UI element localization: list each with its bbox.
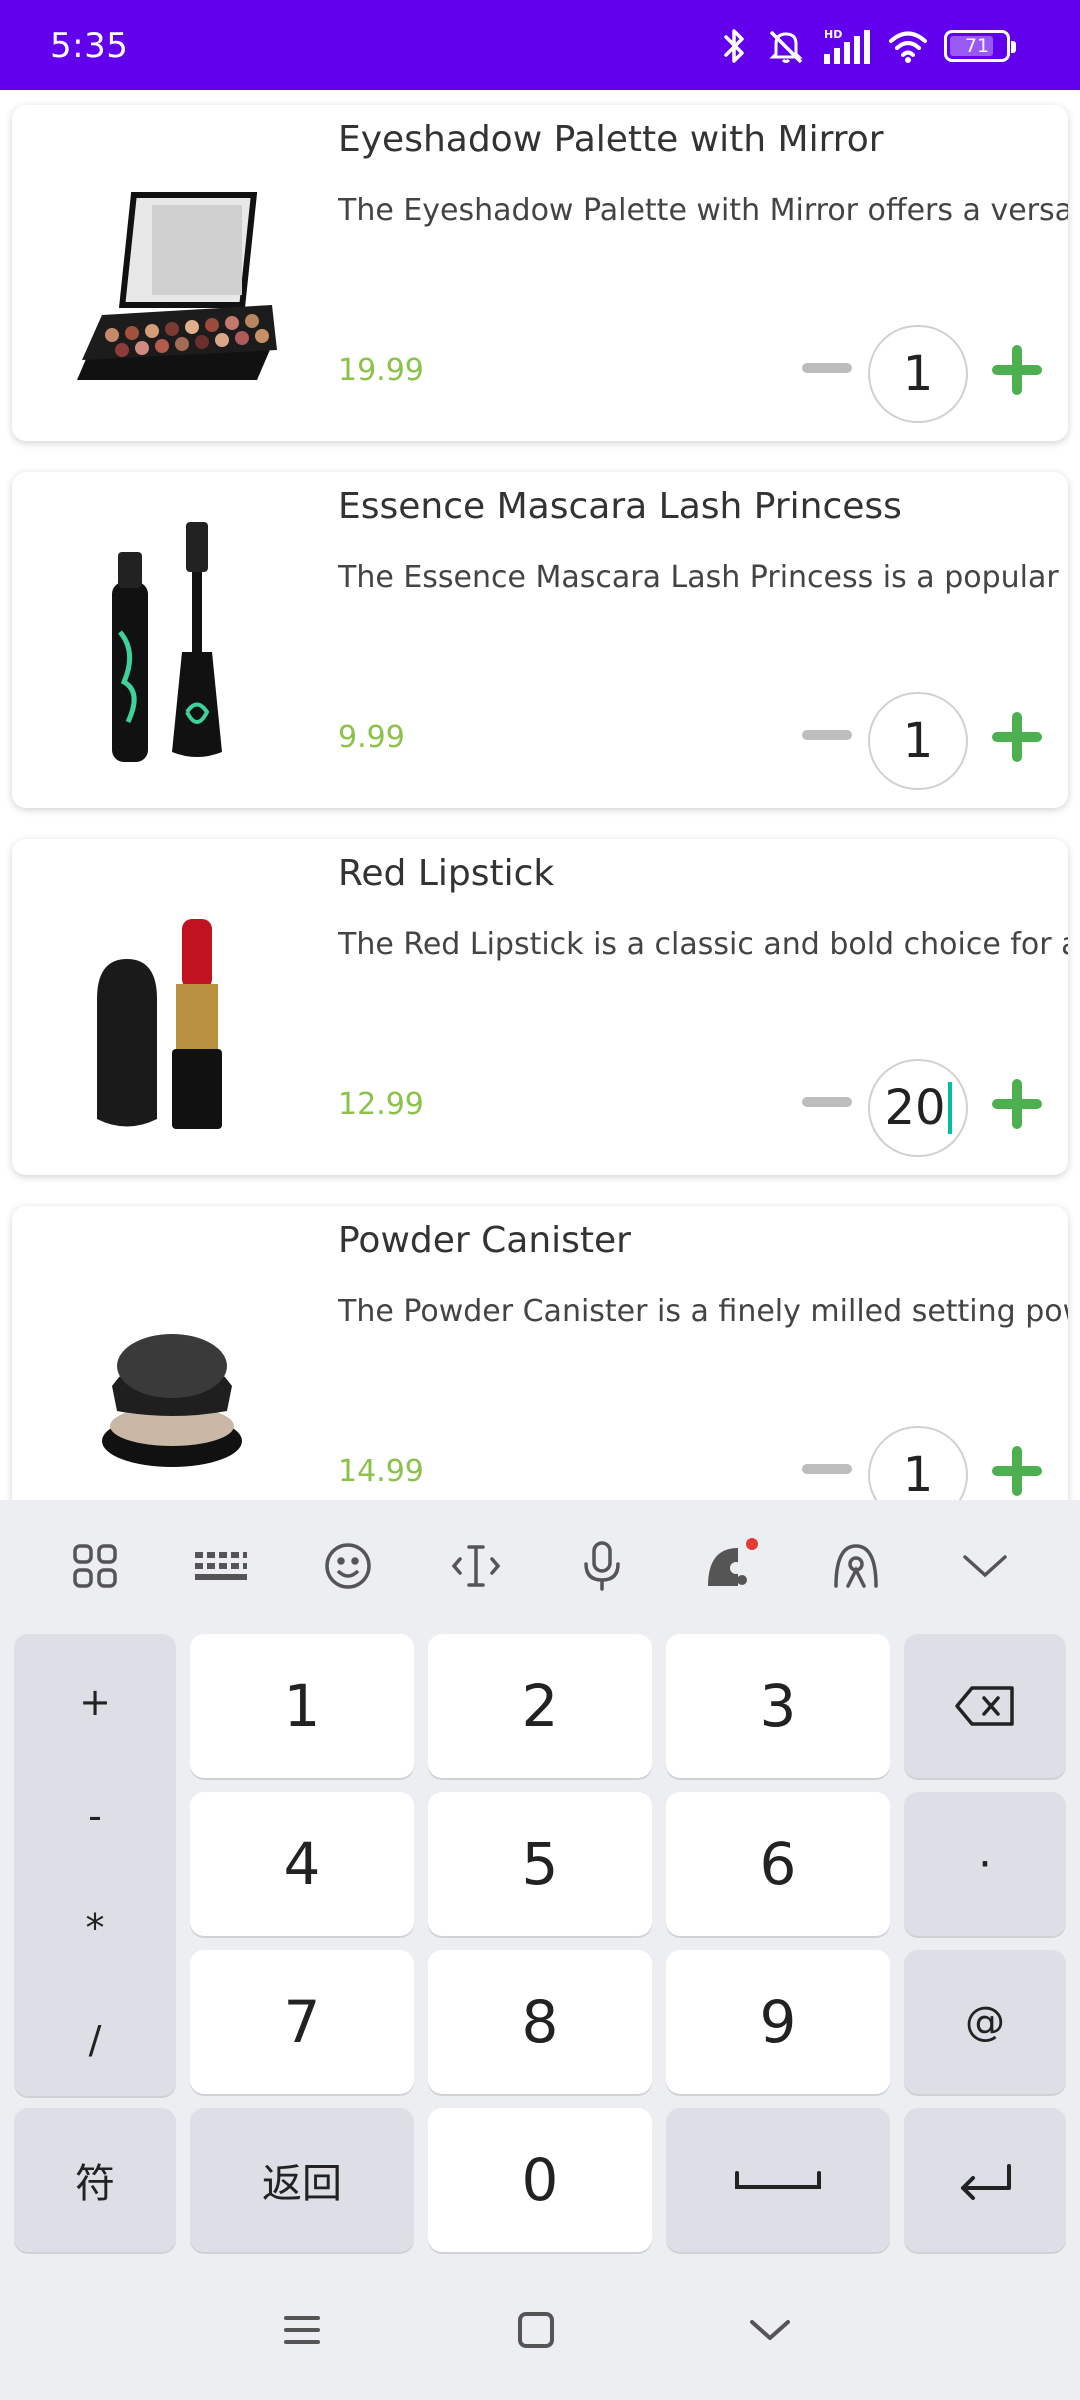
status-icons: HD 71 bbox=[720, 24, 1016, 68]
increase-quantity-button[interactable] bbox=[992, 1079, 1042, 1129]
decrease-quantity-button[interactable] bbox=[802, 1464, 852, 1474]
product-price: 9.99 bbox=[338, 720, 405, 755]
product-description: The Eyeshadow Palette with Mirror offers… bbox=[338, 193, 1068, 228]
back-key[interactable]: 返回 bbox=[190, 2108, 414, 2252]
hd-signal-icon: HD bbox=[822, 26, 872, 66]
quantity-input[interactable]: 20 bbox=[868, 1059, 968, 1157]
navigation-bar bbox=[0, 2260, 1080, 2400]
emoji-icon[interactable] bbox=[318, 1536, 378, 1596]
asterisk-key[interactable]: * bbox=[14, 1906, 176, 1950]
product-title: Essence Mascara Lash Princess bbox=[338, 486, 902, 527]
text-cursor bbox=[947, 1082, 952, 1134]
mascara-image bbox=[42, 512, 302, 772]
status-time: 5:35 bbox=[50, 26, 129, 66]
mute-icon bbox=[766, 26, 806, 66]
key-2[interactable]: 2 bbox=[428, 1634, 652, 1778]
theme-icon[interactable] bbox=[700, 1536, 760, 1596]
keyboard-icon[interactable] bbox=[191, 1536, 251, 1596]
bluetooth-icon bbox=[720, 26, 750, 66]
increase-quantity-button[interactable] bbox=[992, 1446, 1042, 1496]
quantity-input[interactable]: 1 bbox=[868, 692, 968, 790]
dot-key[interactable]: · bbox=[904, 1792, 1066, 1936]
key-9[interactable]: 9 bbox=[666, 1950, 890, 2094]
product-description: The Essence Mascara Lash Princess is a p… bbox=[338, 560, 1068, 595]
keyboard-toolbar bbox=[0, 1500, 1080, 1630]
increase-quantity-button[interactable] bbox=[992, 712, 1042, 762]
product-price: 12.99 bbox=[338, 1087, 424, 1122]
product-title: Red Lipstick bbox=[338, 853, 555, 894]
quantity-input[interactable]: 1 bbox=[868, 325, 968, 423]
product-description: The Red Lipstick is a classic and bold c… bbox=[338, 927, 1068, 962]
key-4[interactable]: 4 bbox=[190, 1792, 414, 1936]
product-card[interactable]: Essence Mascara Lash Princess The Essenc… bbox=[12, 472, 1068, 808]
decrease-quantity-button[interactable] bbox=[802, 730, 852, 740]
enter-key[interactable] bbox=[904, 2108, 1066, 2252]
symbols-key[interactable]: 符 bbox=[14, 2108, 176, 2252]
product-price: 14.99 bbox=[338, 1454, 424, 1489]
product-card[interactable]: Eyeshadow Palette with Mirror The Eyesha… bbox=[12, 105, 1068, 441]
status-bar: 5:35 HD 71 bbox=[0, 0, 1080, 90]
product-description: The Powder Canister is a finely milled s… bbox=[338, 1294, 1068, 1329]
backspace-key[interactable] bbox=[904, 1634, 1066, 1778]
backspace-icon bbox=[955, 1686, 1014, 1726]
key-0[interactable]: 0 bbox=[428, 2108, 652, 2252]
svg-text:HD: HD bbox=[824, 28, 842, 41]
symbols-column[interactable]: + - * / bbox=[14, 1634, 176, 2096]
product-price: 19.99 bbox=[338, 353, 424, 388]
quantity-input[interactable]: 1 bbox=[868, 1426, 968, 1500]
wifi-icon bbox=[888, 26, 928, 66]
red-lipstick-image bbox=[42, 879, 302, 1139]
decrease-quantity-button[interactable] bbox=[802, 1097, 852, 1107]
enter-icon bbox=[961, 2164, 1011, 2200]
space-icon bbox=[735, 2171, 821, 2189]
product-list[interactable]: Eyeshadow Palette with Mirror The Eyesha… bbox=[0, 90, 1080, 1500]
key-3[interactable]: 3 bbox=[666, 1634, 890, 1778]
key-7[interactable]: 7 bbox=[190, 1950, 414, 2094]
key-8[interactable]: 8 bbox=[428, 1950, 652, 2094]
microphone-icon[interactable] bbox=[572, 1536, 632, 1596]
key-1[interactable]: 1 bbox=[190, 1634, 414, 1778]
handwriting-icon[interactable] bbox=[826, 1536, 886, 1596]
home-icon[interactable] bbox=[506, 2300, 566, 2360]
plus-key[interactable]: + bbox=[14, 1680, 176, 1724]
product-card[interactable]: Powder Canister The Powder Canister is a… bbox=[12, 1206, 1068, 1500]
eyeshadow-palette-image bbox=[42, 145, 302, 405]
decrease-quantity-button[interactable] bbox=[802, 363, 852, 373]
battery-icon: 71 bbox=[944, 30, 1016, 62]
slash-key[interactable]: / bbox=[14, 2018, 176, 2062]
battery-level: 71 bbox=[964, 35, 990, 57]
apps-grid-icon[interactable] bbox=[65, 1536, 125, 1596]
product-title: Powder Canister bbox=[338, 1220, 631, 1261]
back-icon[interactable] bbox=[740, 2300, 800, 2360]
product-card[interactable]: Red Lipstick The Red Lipstick is a class… bbox=[12, 839, 1068, 1175]
powder-canister-image bbox=[42, 1246, 302, 1500]
increase-quantity-button[interactable] bbox=[992, 345, 1042, 395]
text-cursor-icon[interactable] bbox=[446, 1536, 506, 1596]
space-key[interactable] bbox=[666, 2108, 890, 2252]
key-5[interactable]: 5 bbox=[428, 1792, 652, 1936]
minus-key[interactable]: - bbox=[14, 1794, 176, 1838]
at-key[interactable]: @ bbox=[904, 1950, 1066, 2094]
product-title: Eyeshadow Palette with Mirror bbox=[338, 119, 884, 160]
menu-icon[interactable] bbox=[272, 2300, 332, 2360]
collapse-keyboard-icon[interactable] bbox=[955, 1536, 1015, 1596]
key-6[interactable]: 6 bbox=[666, 1792, 890, 1936]
